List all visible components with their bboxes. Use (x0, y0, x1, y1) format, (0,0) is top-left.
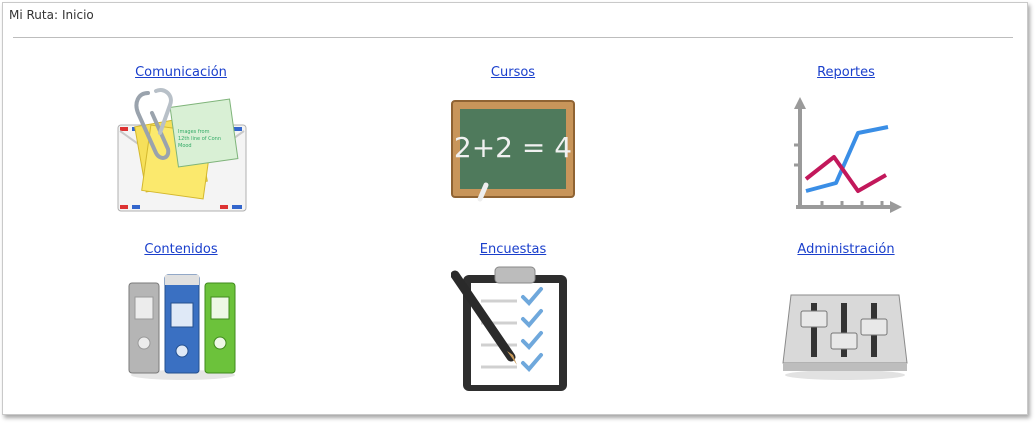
module-administracion: Administración (746, 238, 946, 257)
module-contenidos: Contenidos (81, 238, 281, 257)
note-line-2: 12th line of Conn (178, 136, 221, 142)
line-chart-icon[interactable] (786, 95, 904, 219)
module-comunicacion: Comunicación (81, 61, 281, 80)
note-line-1: Images from (178, 129, 210, 135)
main-panel: Mi Ruta: Inicio Comunicación Images from… (2, 2, 1028, 415)
note-line-3: Mood (178, 143, 192, 149)
mail-attachment-icon[interactable]: Images from 12th line of Conn Mood (116, 87, 248, 219)
chalkboard-text: 2+2 = 4 (454, 131, 572, 164)
reportes-link[interactable]: Reportes (817, 65, 875, 80)
module-reportes: Reportes (746, 61, 946, 80)
contenidos-link[interactable]: Contenidos (144, 242, 217, 257)
module-grid: Comunicación Images from 12th line of Co… (3, 3, 1029, 416)
administracion-link[interactable]: Administración (797, 242, 894, 257)
module-encuestas: Encuestas (413, 238, 613, 257)
encuestas-link[interactable]: Encuestas (480, 242, 546, 257)
cursos-link[interactable]: Cursos (491, 65, 535, 80)
clipboard-checklist-icon[interactable] (450, 265, 571, 399)
chalkboard-icon[interactable]: 2+2 = 4 (450, 99, 576, 207)
binders-icon[interactable] (125, 267, 241, 385)
mixer-controls-icon[interactable] (781, 281, 909, 385)
module-cursos: Cursos (413, 61, 613, 80)
comunicacion-link[interactable]: Comunicación (135, 65, 227, 80)
